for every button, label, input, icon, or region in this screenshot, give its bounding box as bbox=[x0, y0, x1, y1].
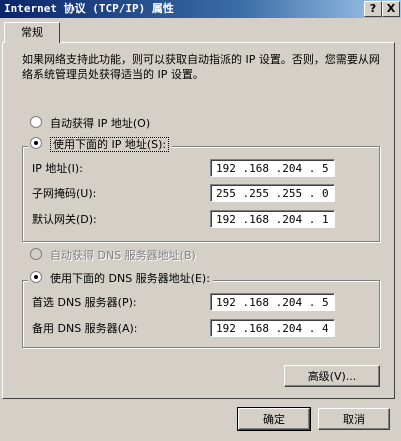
default-gateway-label: 默认网关(D): bbox=[32, 213, 97, 226]
auto-ip-radio[interactable]: 自动获得 IP 地址(O) bbox=[30, 116, 150, 132]
radio-checked-icon bbox=[30, 137, 42, 149]
tcpip-properties-dialog: Internet 协议 (TCP/IP) 属性 ? X 常规 如果网络支持此功能… bbox=[0, 0, 401, 441]
default-gateway-input[interactable]: 192 .168 .204 . 1 bbox=[210, 210, 335, 228]
manual-dns-radio[interactable]: 使用下面的 DNS 服务器地址(E): bbox=[28, 271, 213, 287]
auto-ip-label: 自动获得 IP 地址(O) bbox=[50, 117, 151, 130]
auto-dns-radio[interactable]: 自动获得 DNS 服务器地址(B) bbox=[30, 248, 196, 264]
intro-text: 如果网络支持此功能，则可以获取自动指派的 IP 设置。否则，您需要从网络系统管理… bbox=[22, 53, 380, 81]
radio-checked-icon bbox=[30, 271, 42, 283]
alternate-dns-label: 备用 DNS 服务器(A): bbox=[32, 322, 138, 335]
ip-address-input[interactable]: 192 .168 .204 . 5 bbox=[210, 159, 335, 177]
manual-dns-label: 使用下面的 DNS 服务器地址(E): bbox=[50, 272, 210, 285]
manual-ip-radio[interactable]: 使用下面的 IP 地址(S): bbox=[28, 137, 173, 153]
radio-disabled-icon bbox=[30, 248, 42, 260]
alternate-dns-input[interactable]: 192 .168 .204 . 4 bbox=[210, 319, 335, 337]
window-title: Internet 协议 (TCP/IP) 属性 bbox=[4, 2, 174, 15]
manual-ip-label: 使用下面的 IP 地址(S): bbox=[50, 137, 170, 152]
preferred-dns-label: 首选 DNS 服务器(P): bbox=[32, 296, 137, 309]
title-bar[interactable]: Internet 协议 (TCP/IP) 属性 ? X bbox=[0, 0, 401, 18]
preferred-dns-input[interactable]: 192 .168 .204 . 5 bbox=[210, 293, 335, 311]
radio-icon bbox=[30, 116, 42, 128]
tab-general[interactable]: 常规 bbox=[4, 22, 60, 43]
subnet-mask-input[interactable]: 255 .255 .255 . 0 bbox=[210, 184, 335, 202]
ip-address-label: IP 地址(I): bbox=[32, 162, 83, 175]
ok-button[interactable]: 确定 bbox=[237, 407, 311, 431]
help-button[interactable]: ? bbox=[364, 1, 382, 17]
advanced-button[interactable]: 高级(V)... bbox=[284, 365, 380, 387]
auto-dns-label: 自动获得 DNS 服务器地址(B) bbox=[50, 249, 196, 262]
close-button[interactable]: X bbox=[382, 1, 400, 17]
cancel-button[interactable]: 取消 bbox=[318, 408, 390, 430]
subnet-mask-label: 子网掩码(U): bbox=[32, 187, 97, 200]
